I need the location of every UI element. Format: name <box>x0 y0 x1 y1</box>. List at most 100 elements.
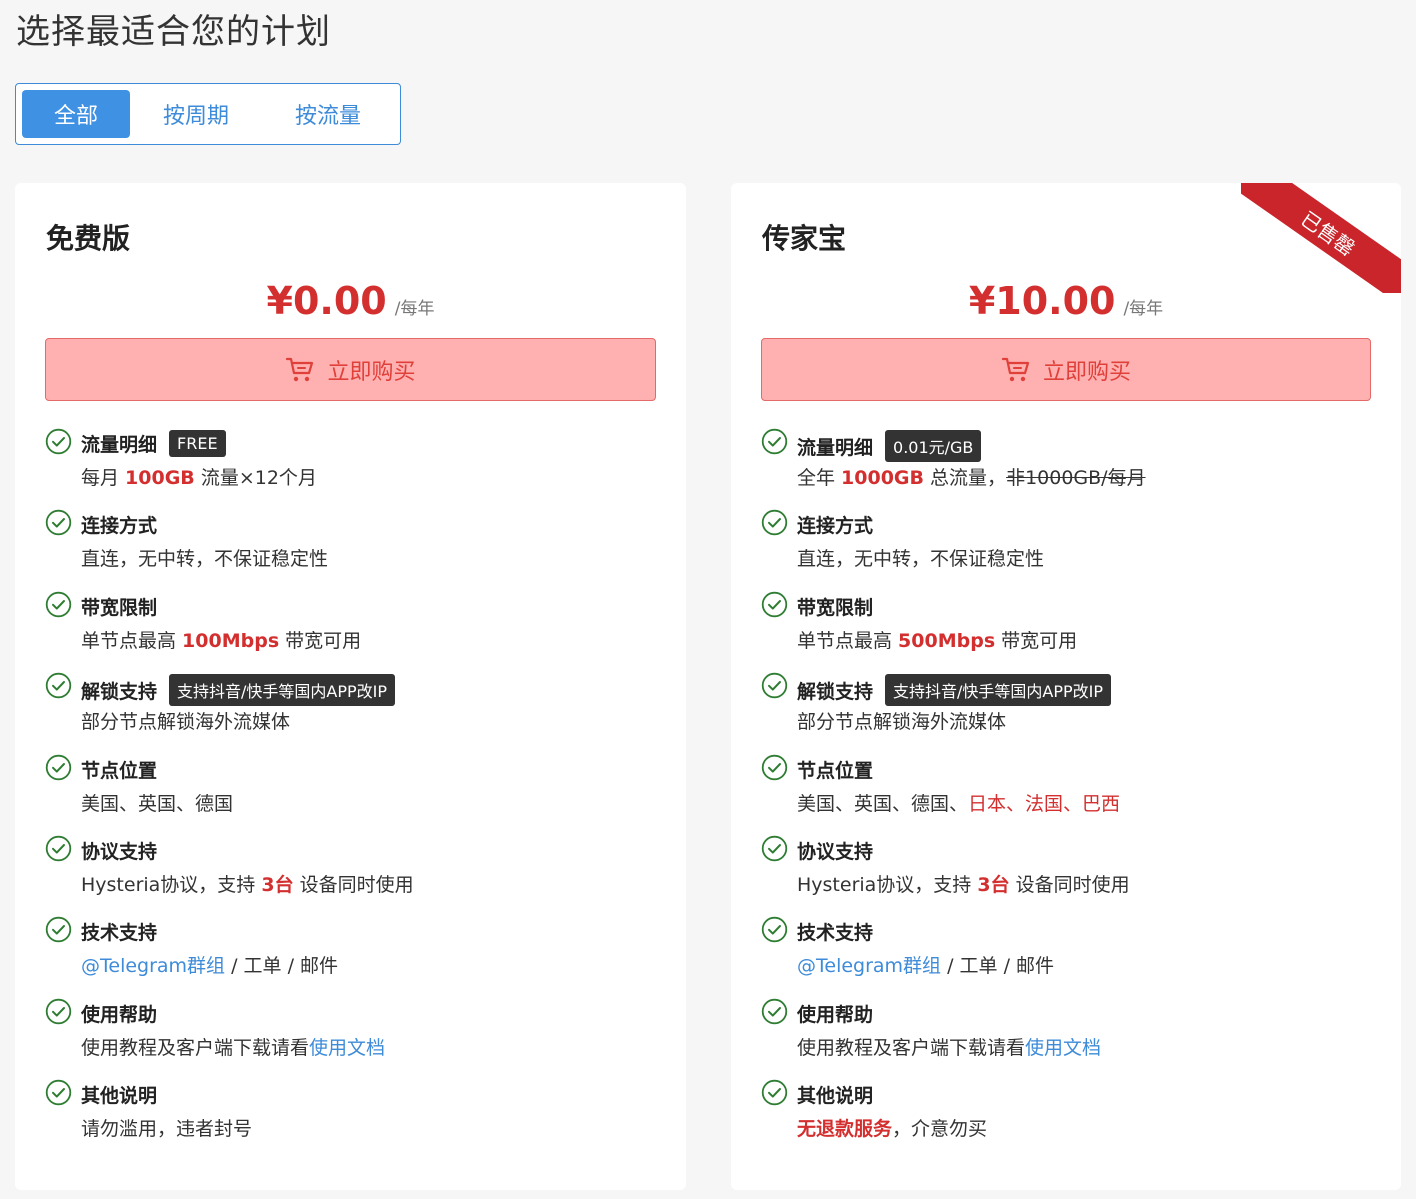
sold-out-ribbon: 已售罄 <box>1241 183 1401 293</box>
feature-item: 其他说明无退款服务，介意勿买 <box>761 1079 1381 1160</box>
docs-link[interactable]: 使用文档 <box>1025 1037 1101 1059</box>
plan-name: 免费版 <box>46 222 131 255</box>
feature-desc: 部分节点解锁海外流媒体 <box>81 707 290 734</box>
feature-title-text: 协议支持 <box>81 840 158 863</box>
feature-title-text: 其他说明 <box>81 1085 158 1108</box>
feature-item: 带宽限制单节点最高 100Mbps 带宽可用 <box>45 591 666 672</box>
telegram-group-link[interactable]: @Telegram群组 <box>81 955 225 977</box>
feature-title: 解锁支持 支持抖音/快手等国内APP改IP <box>81 674 396 707</box>
feature-desc: 直连，无中转，不保证稳定性 <box>81 544 328 571</box>
desc-highlight: 100Mbps <box>182 629 280 652</box>
docs-link[interactable]: 使用文档 <box>309 1037 385 1059</box>
desc-text: 设备同时使用 <box>293 873 414 896</box>
feature-desc: 使用教程及客户端下载请看使用文档 <box>797 1033 1101 1060</box>
feature-title: 技术支持 <box>81 918 157 945</box>
check-circle-icon <box>45 754 72 780</box>
buy-now-label: 立即购买 <box>1042 359 1131 385</box>
filter-all[interactable]: 全部 <box>22 90 130 138</box>
price-row: ¥0.00/每年 <box>15 279 686 323</box>
feature-tag: 支持抖音/快手等国内APP改IP <box>885 674 1112 707</box>
plan-card-heirloom: 已售罄 传家宝 ¥10.00/每年 立即购买 流量明细 0.01元/GB 全年 1000GB… <box>731 183 1401 1190</box>
check-circle-icon <box>761 672 788 699</box>
feature-item: 连接方式直连，无中转，不保证稳定性 <box>45 509 666 590</box>
desc-strikethrough: 非1000GB/每月 <box>1006 467 1146 489</box>
feature-title-text: 使用帮助 <box>81 1003 158 1026</box>
feature-desc: Hysteria协议，支持 3台 设备同时使用 <box>81 870 414 897</box>
feature-desc: 无退款服务，介意勿买 <box>797 1114 987 1141</box>
desc-text: 部分节点解锁海外流媒体 <box>81 711 291 734</box>
feature-item: 使用帮助使用教程及客户端下载请看使用文档 <box>761 998 1381 1079</box>
feature-title-text: 流量明细 <box>81 434 158 456</box>
feature-title-text: 连接方式 <box>797 515 874 538</box>
feature-item: 流量明细 0.01元/GB 全年 1000GB 总流量，非1000GB/每月 <box>761 428 1381 509</box>
feature-title: 协议支持 <box>797 837 873 864</box>
filter-by-traffic[interactable]: 按流量 <box>272 90 384 138</box>
check-circle-icon <box>45 510 72 536</box>
check-circle-icon <box>761 591 788 617</box>
feature-desc: 美国、英国、德国 <box>81 789 233 816</box>
feature-title: 其他说明 <box>797 1081 873 1108</box>
feature-item: 其他说明请勿滥用，违者封号 <box>45 1079 666 1160</box>
feature-item: 协议支持 Hysteria协议，支持 3台 设备同时使用 <box>45 835 666 916</box>
feature-item: 节点位置 美国、英国、德国、日本、法国、巴西 <box>761 754 1381 835</box>
feature-desc: 单节点最高 100Mbps 带宽可用 <box>81 626 361 653</box>
feature-item: 解锁支持 支持抖音/快手等国内APP改IP 部分节点解锁海外流媒体 <box>761 672 1381 753</box>
desc-text: / 工单 / 邮件 <box>941 955 1055 978</box>
check-circle-icon <box>761 1079 788 1106</box>
buy-now-button[interactable]: 立即购买 <box>761 338 1371 401</box>
feature-title-text: 节点位置 <box>797 759 874 782</box>
feature-title-text: 连接方式 <box>81 515 158 538</box>
desc-highlight: 3台 <box>977 873 1010 896</box>
desc-text: 请勿滥用，违者封号 <box>81 1118 253 1141</box>
desc-highlight: 3台 <box>261 873 294 896</box>
feature-tag: 0.01元/GB <box>885 430 982 462</box>
feature-item: 使用帮助使用教程及客户端下载请看使用文档 <box>45 998 666 1079</box>
feature-item: 解锁支持 支持抖音/快手等国内APP改IP 部分节点解锁海外流媒体 <box>45 672 666 753</box>
filter-by-period[interactable]: 按周期 <box>140 90 252 138</box>
feature-desc: 每月 100GB 流量×12个月 <box>81 463 317 490</box>
desc-text: 使用教程及客户端下载请看 <box>81 1036 310 1059</box>
check-circle-icon <box>45 591 72 617</box>
feature-title: 使用帮助 <box>797 1000 873 1027</box>
telegram-group-link[interactable]: @Telegram群组 <box>797 955 941 977</box>
feature-item: 技术支持 @Telegram群组 / 工单 / 邮件 <box>761 916 1381 997</box>
check-circle-icon <box>761 428 788 455</box>
desc-text: 总流量， <box>924 467 1007 489</box>
feature-title-text: 协议支持 <box>797 840 874 863</box>
feature-title-text: 技术支持 <box>81 922 158 945</box>
feature-item: 节点位置美国、英国、德国 <box>45 754 666 835</box>
desc-highlight: 100GB <box>125 467 195 489</box>
check-circle-icon <box>761 917 788 943</box>
desc-text: Hysteria协议，支持 <box>81 873 262 896</box>
feature-desc: 直连，无中转，不保证稳定性 <box>797 544 1044 571</box>
price: ¥0.00 <box>266 279 387 323</box>
buy-now-button[interactable]: 立即购买 <box>45 338 656 401</box>
check-circle-icon <box>45 672 72 699</box>
feature-title: 带宽限制 <box>797 593 873 620</box>
desc-highlight: 1000GB <box>841 467 925 489</box>
feature-title: 连接方式 <box>81 511 157 538</box>
desc-text: / 工单 / 邮件 <box>225 955 339 978</box>
feature-title: 连接方式 <box>797 511 873 538</box>
feature-title: 流量明细 FREE <box>81 430 226 457</box>
desc-text: 全年 <box>797 467 842 489</box>
desc-text: 直连，无中转，不保证稳定性 <box>797 548 1045 571</box>
feature-title-text: 节点位置 <box>81 759 158 782</box>
feature-desc: 部分节点解锁海外流媒体 <box>797 707 1006 734</box>
feature-title-text: 带宽限制 <box>797 596 874 619</box>
price-period: /每年 <box>394 299 435 319</box>
feature-tag: 支持抖音/快手等国内APP改IP <box>169 674 396 707</box>
feature-title-text: 技术支持 <box>797 922 874 945</box>
feature-item: 协议支持 Hysteria协议，支持 3台 设备同时使用 <box>761 835 1381 916</box>
plan-filter: 全部 按周期 按流量 <box>15 83 401 145</box>
desc-text: 单节点最高 <box>81 629 183 652</box>
feature-list: 流量明细 FREE 每月 100GB 流量×12个月连接方式直连，无中转，不保证稳定… <box>45 428 666 1161</box>
check-circle-icon <box>45 1079 72 1106</box>
cart-icon <box>286 357 314 381</box>
feature-title: 技术支持 <box>797 918 873 945</box>
feature-title: 其他说明 <box>81 1081 157 1108</box>
feature-title-text: 流量明细 <box>797 436 874 459</box>
feature-title: 带宽限制 <box>81 593 157 620</box>
plan-name: 传家宝 <box>762 222 847 255</box>
check-circle-icon <box>45 428 72 455</box>
